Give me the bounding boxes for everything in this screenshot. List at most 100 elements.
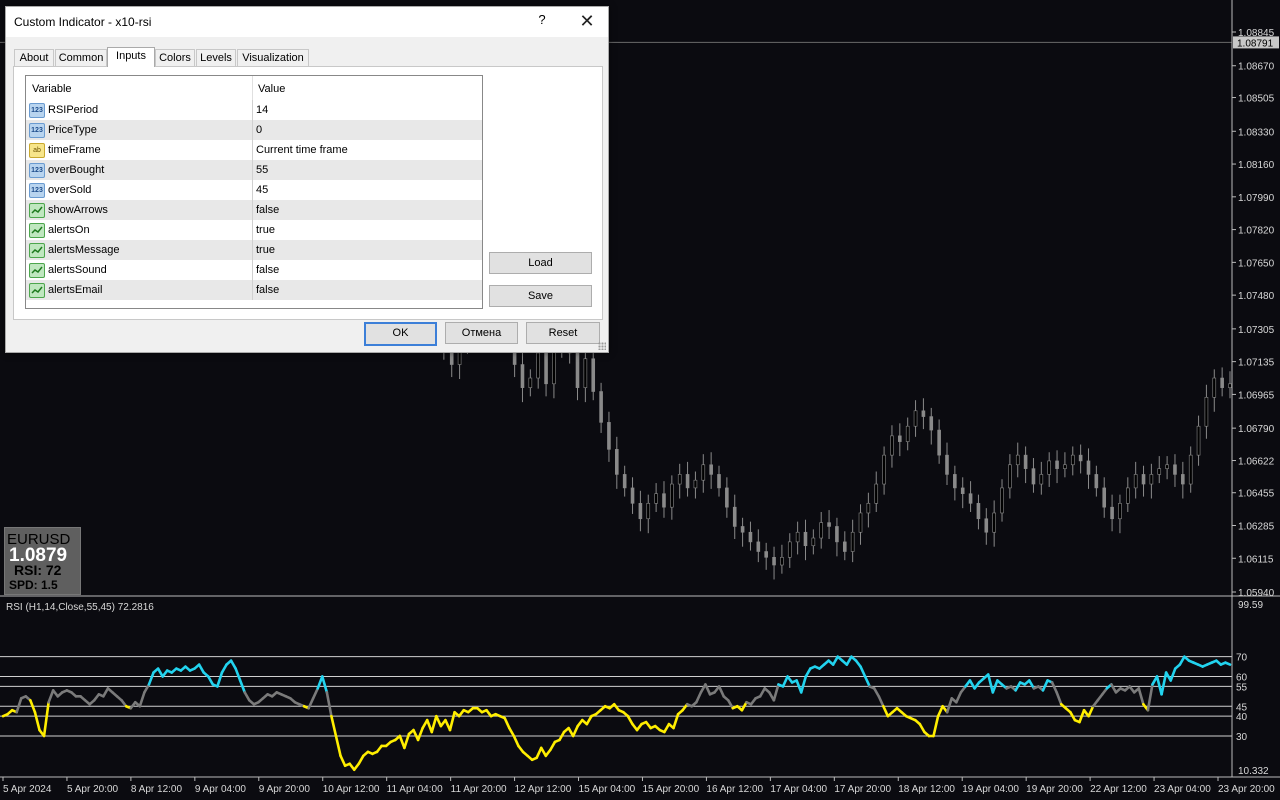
table-row[interactable]: ab timeFrame Current time frame	[26, 140, 482, 160]
price-tick-label: 1.08160	[1238, 160, 1275, 171]
candle-body	[890, 435, 894, 456]
rsi-segment	[197, 663, 205, 674]
tab-inputs[interactable]: Inputs	[107, 47, 155, 67]
rsi-segment	[138, 691, 146, 708]
time-tick-label: 15 Apr 20:00	[642, 784, 699, 795]
param-value[interactable]: 14	[256, 104, 268, 116]
candle-body	[1031, 468, 1036, 485]
param-name: alertsOn	[48, 224, 90, 236]
tab-common[interactable]: Common	[55, 49, 107, 67]
load-button[interactable]: Load	[489, 252, 592, 274]
param-value[interactable]: 45	[256, 184, 268, 196]
cancel-button[interactable]: Отмена	[445, 322, 518, 344]
table-header: Variable Value	[26, 76, 482, 100]
candle-body	[811, 537, 816, 547]
rsi-segment	[882, 704, 890, 718]
rsi-segment	[663, 722, 671, 734]
tab-colors[interactable]: Colors	[155, 49, 195, 67]
time-tick-label: 9 Apr 04:00	[195, 784, 247, 795]
help-button[interactable]: ?	[534, 12, 550, 27]
candle-body	[929, 416, 934, 431]
time-tick-label: 11 Apr 04:00	[387, 784, 443, 795]
candle-body	[795, 531, 800, 543]
candle-body	[858, 512, 863, 533]
ok-button[interactable]: OK	[364, 322, 437, 346]
resize-grip-icon[interactable]	[598, 342, 606, 350]
rsi-segment	[334, 734, 342, 758]
price-tick-label: 1.07305	[1238, 325, 1275, 336]
param-name: timeFrame	[48, 144, 101, 156]
candle-body	[1196, 425, 1201, 456]
time-tick-label: 16 Apr 12:00	[706, 784, 763, 795]
candle-body	[866, 503, 871, 514]
candle-body	[685, 474, 690, 489]
column-value[interactable]: Value	[258, 83, 285, 95]
info-spread: SPD: 1.5	[9, 578, 58, 592]
candle-body	[1204, 397, 1209, 427]
rsi-segment	[877, 695, 885, 708]
table-row[interactable]: 123 RSIPeriod 14	[26, 100, 482, 120]
candle-body	[827, 522, 831, 527]
price-tick-label: 1.08330	[1238, 127, 1275, 138]
candle-body	[1094, 474, 1099, 489]
close-icon[interactable]: ✕	[574, 9, 600, 33]
dialog-titlebar[interactable]: Custom Indicator - x10-rsi ? ✕	[6, 7, 608, 37]
price-tick-label: 1.07480	[1238, 291, 1275, 302]
rsi-segment	[143, 683, 151, 694]
table-row[interactable]: alertsMessage true	[26, 240, 482, 260]
rsi-level-label: 40	[1236, 712, 1248, 723]
param-value[interactable]: 0	[256, 124, 262, 136]
table-row[interactable]: 123 overBought 55	[26, 160, 482, 180]
custom-indicator-dialog: Custom Indicator - x10-rsi ? ✕ About Com…	[5, 6, 609, 353]
rsi-segment	[1110, 683, 1118, 694]
candle-body	[921, 410, 926, 417]
table-row[interactable]: showArrows false	[26, 200, 482, 220]
cell-divider	[252, 200, 253, 220]
candle-body	[528, 377, 533, 388]
param-value[interactable]: Current time frame	[256, 144, 348, 156]
table-row[interactable]: 123 PriceType 0	[26, 120, 482, 140]
rsi-segment	[325, 691, 333, 718]
tab-about[interactable]: About	[14, 49, 54, 67]
candle-body	[615, 449, 619, 475]
candle-body	[1220, 377, 1224, 388]
table-row[interactable]: alertsEmail false	[26, 280, 482, 300]
table-row[interactable]: 123 overSold 45	[26, 180, 482, 200]
time-tick-label: 18 Apr 12:00	[898, 784, 955, 795]
rsi-segment	[535, 746, 543, 760]
param-name: overSold	[48, 184, 92, 196]
reset-button[interactable]: Reset	[526, 322, 600, 344]
tab-levels[interactable]: Levels	[196, 49, 236, 67]
price-tick-label: 1.06115	[1238, 554, 1274, 565]
rsi-segment	[585, 714, 593, 726]
rsi-segment	[1028, 679, 1036, 690]
table-row[interactable]: alertsSound false	[26, 260, 482, 280]
price-tick-label: 1.06622	[1238, 457, 1275, 468]
candle-body	[575, 352, 580, 388]
param-value[interactable]: false	[256, 204, 279, 216]
tab-visualization[interactable]: Visualization	[237, 49, 309, 67]
candle-body	[646, 503, 651, 520]
rsi-segment	[448, 710, 456, 732]
param-value[interactable]: 55	[256, 164, 268, 176]
rsi-segment	[1137, 687, 1145, 706]
candle-body	[717, 474, 721, 489]
time-tick-label: 19 Apr 20:00	[1026, 784, 1083, 795]
param-value[interactable]: true	[256, 224, 275, 236]
column-variable[interactable]: Variable	[32, 83, 72, 95]
rsi-segment	[311, 687, 320, 700]
table-row[interactable]: alertsOn true	[26, 220, 482, 240]
boolean-type-icon	[29, 223, 45, 238]
price-tick-label: 1.06455	[1238, 489, 1275, 500]
rsi-segment	[549, 740, 557, 752]
rsi-segment	[229, 659, 237, 670]
param-value[interactable]: false	[256, 284, 279, 296]
param-value[interactable]: true	[256, 244, 275, 256]
candle-body	[732, 506, 737, 527]
rsi-segment	[33, 710, 41, 732]
header-divider[interactable]	[252, 76, 253, 100]
price-tick-label: 1.07650	[1238, 258, 1275, 269]
save-button[interactable]: Save	[489, 285, 592, 307]
candle-body	[740, 526, 745, 533]
param-value[interactable]: false	[256, 264, 279, 276]
